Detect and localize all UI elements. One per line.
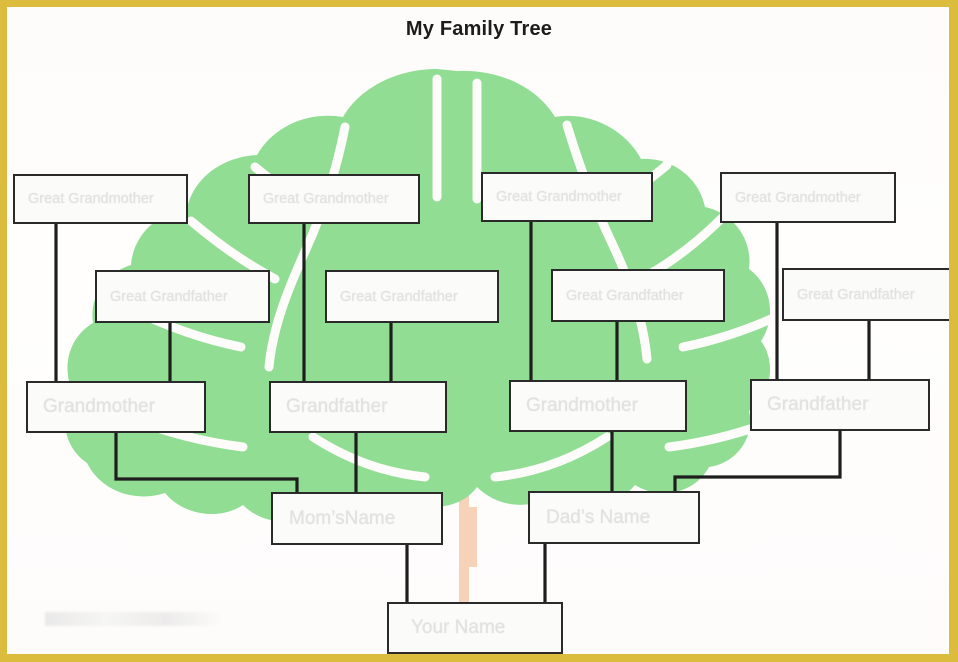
node-label: Mom’sName bbox=[289, 507, 396, 529]
node-great-grandfather-2[interactable]: Great Grandfather bbox=[325, 270, 499, 323]
connector-gm-maternal bbox=[114, 433, 299, 492]
node-label: Great Grandfather bbox=[340, 288, 458, 305]
watermark bbox=[45, 612, 225, 626]
node-label: Great Grandfather bbox=[110, 288, 228, 305]
node-label: Grandfather bbox=[767, 394, 869, 415]
node-father[interactable]: Dad’s Name bbox=[528, 491, 700, 544]
node-label: Dad’s Name bbox=[546, 506, 651, 528]
node-label: Great Grandmother bbox=[28, 191, 154, 207]
node-label: Great Grandmother bbox=[263, 191, 389, 207]
node-great-grandmother-2[interactable]: Great Grandmother bbox=[248, 174, 420, 224]
node-great-grandfather-3[interactable]: Great Grandfather bbox=[551, 269, 725, 322]
node-great-grandfather-1[interactable]: Great Grandfather bbox=[95, 270, 270, 323]
node-grandmother-paternal[interactable]: Grandmother bbox=[509, 380, 687, 432]
node-label: Great Grandfather bbox=[566, 287, 684, 304]
node-label: Great Grandmother bbox=[735, 189, 861, 206]
paper-background bbox=[7, 7, 949, 654]
node-grandfather-maternal[interactable]: Grandfather bbox=[269, 381, 447, 433]
node-label: Grandmother bbox=[526, 395, 638, 416]
page-title: My Family Tree bbox=[405, 18, 553, 40]
node-great-grandmother-1[interactable]: Great Grandmother bbox=[13, 174, 188, 224]
node-label: Grandmother bbox=[43, 396, 155, 417]
tree-illustration bbox=[64, 69, 812, 654]
node-great-grandmother-4[interactable]: Great Grandmother bbox=[720, 172, 896, 223]
connector-lines bbox=[54, 222, 871, 602]
node-label: Your Name bbox=[411, 617, 506, 638]
node-label: Great Grandfather bbox=[797, 286, 915, 303]
node-grandmother-maternal[interactable]: Grandmother bbox=[26, 381, 206, 433]
node-self[interactable]: Your Name bbox=[387, 602, 563, 654]
node-great-grandfather-4[interactable]: Great Grandfather bbox=[782, 268, 949, 321]
node-grandfather-paternal[interactable]: Grandfather bbox=[750, 379, 930, 431]
connector-gf-paternal bbox=[673, 431, 842, 491]
node-mother[interactable]: Mom’sName bbox=[271, 492, 443, 545]
node-label: Grandfather bbox=[286, 396, 388, 417]
family-tree-page: My Family Tree Great Grandmother Great G… bbox=[0, 0, 958, 662]
node-great-grandmother-3[interactable]: Great Grandmother bbox=[481, 172, 653, 222]
node-label: Great Grandmother bbox=[496, 189, 622, 205]
tree-trunk bbox=[305, 265, 641, 654]
